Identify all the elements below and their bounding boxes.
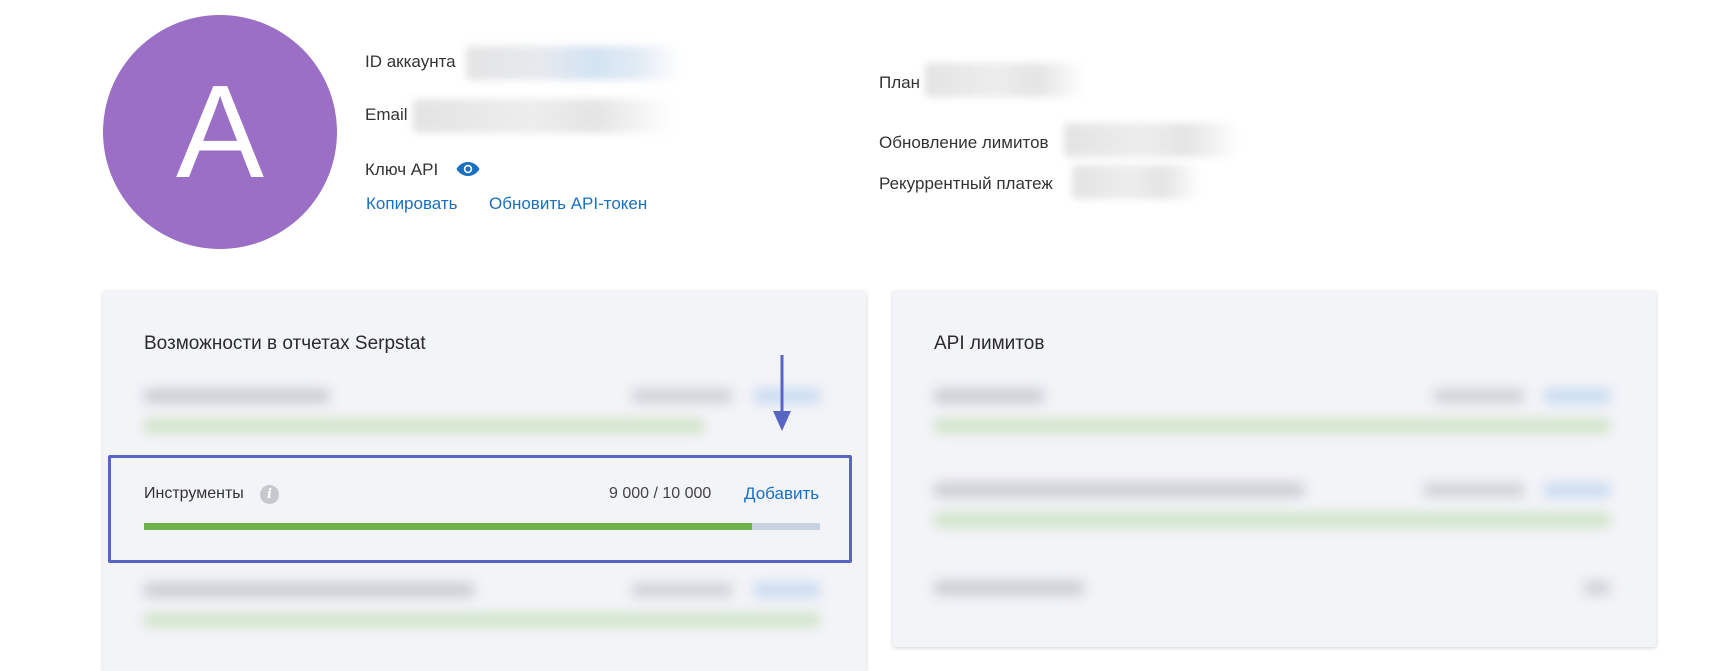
tools-limit-highlight [108,455,852,563]
tools-progress-fill [144,523,753,530]
blurred-limit-row [934,389,1610,439]
limits-update-label: Обновление лимитов [879,133,1049,152]
copy-api-key-link[interactable]: Копировать [366,194,458,214]
avatar-letter: A [175,58,265,205]
plan-value-redacted [925,63,1085,97]
api-limits-card: API лимитов [893,291,1656,647]
tools-progress-track [144,523,820,530]
email-value-redacted [413,99,673,133]
blurred-limit-row [144,583,820,633]
limits-update-value-redacted [1064,123,1239,157]
blurred-limit-row [934,483,1610,533]
blurred-limit-row [934,581,1610,601]
api-key-label: Ключ API [365,160,439,179]
refresh-api-token-link[interactable]: Обновить API-токен [489,194,647,214]
avatar: A [103,15,337,249]
recurring-payment-value-redacted [1072,165,1202,199]
reports-card-title: Возможности в отчетах Serpstat [144,333,426,354]
email-label: Email [365,105,408,124]
tools-add-link[interactable]: Добавить [744,484,819,504]
api-card-title: API лимитов [934,333,1045,354]
blurred-limit-row [144,389,820,439]
tools-usage-count: 9 000 / 10 000 [609,485,712,502]
account-id-label: ID аккаунта [365,52,456,71]
account-id-value-redacted [466,46,681,80]
plan-label: План [879,73,920,92]
tools-label: Инструменты [144,485,244,502]
recurring-payment-label: Рекуррентный платеж [879,174,1053,193]
eye-icon[interactable] [456,161,480,177]
info-icon[interactable]: i [260,485,279,504]
arrow-down-icon [773,355,791,431]
